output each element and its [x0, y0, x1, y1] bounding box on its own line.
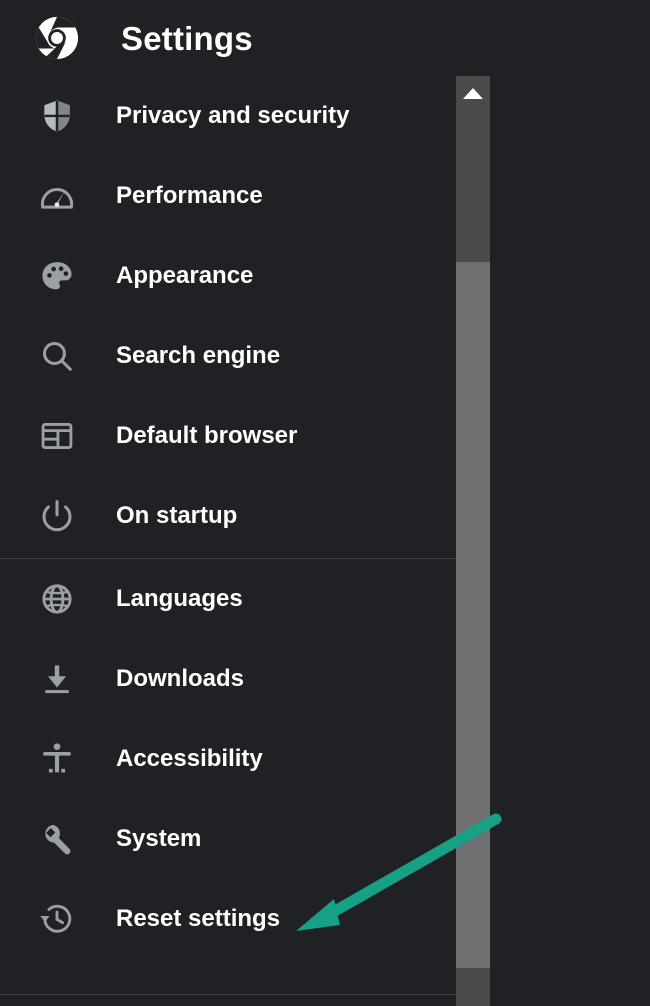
- sidebar-item-label: Reset settings: [116, 905, 281, 932]
- history-restore-icon: [40, 904, 72, 933]
- sidebar-group-secondary: Languages Downloads Accessibility System…: [0, 559, 456, 959]
- scrollbar-thumb[interactable]: [456, 262, 490, 968]
- sidebar-item-privacy-and-security[interactable]: Privacy and security: [0, 76, 456, 156]
- palette-icon: [42, 262, 72, 290]
- settings-sidebar: Settings Privacy and security Performanc…: [0, 0, 456, 1006]
- sidebar-group-primary: Privacy and security Performance Appeara…: [0, 76, 456, 556]
- sidebar-item-default-browser[interactable]: Default browser: [0, 396, 456, 476]
- shield-icon: [44, 100, 70, 132]
- wrench-icon: [45, 824, 71, 855]
- sidebar-item-accessibility[interactable]: Accessibility: [0, 719, 456, 799]
- sidebar-item-system[interactable]: System: [0, 799, 456, 879]
- search-icon: [42, 341, 72, 371]
- sidebar-item-label: Accessibility: [116, 745, 263, 772]
- sidebar-item-languages[interactable]: Languages: [0, 559, 456, 639]
- sidebar-item-label: Default browser: [116, 422, 298, 449]
- sidebar-item-label: Downloads: [116, 665, 245, 692]
- globe-icon: [42, 584, 72, 614]
- chrome-logo-icon: [35, 16, 79, 60]
- sidebar-item-label: Performance: [116, 182, 263, 209]
- settings-header: Settings: [0, 0, 456, 76]
- download-icon: [45, 665, 69, 694]
- scroll-up-arrow-icon[interactable]: [456, 76, 490, 110]
- sidebar-item-label: Search engine: [116, 342, 281, 369]
- accessibility-icon: [43, 743, 71, 773]
- power-icon: [42, 500, 72, 532]
- sidebar-item-label: On startup: [116, 502, 238, 529]
- sidebar-item-label: Languages: [116, 585, 243, 612]
- sidebar-item-label: System: [116, 825, 202, 852]
- sidebar-item-reset-settings[interactable]: Reset settings: [0, 879, 456, 959]
- settings-window: Settings Privacy and security Performanc…: [0, 0, 650, 1006]
- sidebar-item-on-startup[interactable]: On startup: [0, 476, 456, 556]
- speedometer-icon: [40, 188, 74, 209]
- browser-window-icon: [41, 423, 73, 449]
- sidebar-scrollbar[interactable]: [456, 76, 490, 1006]
- sidebar-item-performance[interactable]: Performance: [0, 156, 456, 236]
- sidebar-divider-bottom: [0, 994, 456, 995]
- sidebar-item-label: Appearance: [116, 262, 254, 289]
- sidebar-item-label: Privacy and security: [116, 102, 350, 129]
- sidebar-item-downloads[interactable]: Downloads: [0, 639, 456, 719]
- sidebar-item-search-engine[interactable]: Search engine: [0, 316, 456, 396]
- page-title: Settings: [121, 19, 253, 57]
- sidebar-item-appearance[interactable]: Appearance: [0, 236, 456, 316]
